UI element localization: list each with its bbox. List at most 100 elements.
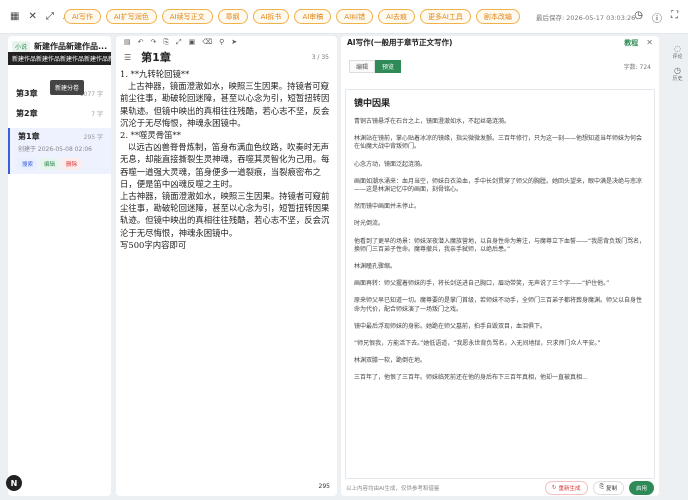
- ai-output-paragraph: 然而镜中画面并未停止。: [354, 203, 421, 211]
- ai-panel-tabs: 编辑 预览 字数: 724: [349, 60, 651, 73]
- chapter-item-selected[interactable]: 第1章 295 字 创建于 2026-05-08 02:06 搜索 编辑 删除: [8, 128, 111, 174]
- ai-output-paragraph: 心念方动，镜面泛起涟漪。: [354, 160, 427, 168]
- ai-output-paragraphs: 青铜古镜悬浮在石台之上，镜面澄澈如水，不起丝毫涟漪。林渊站在镜前，掌心贴着冰凉的…: [354, 118, 646, 383]
- close-icon[interactable]: ✕: [646, 38, 653, 47]
- ai-output-paragraph: 林渊站在镜前，掌心贴着冰凉的镜缘，指尖微微发颤。三百年修行，只为这一刻——他想知…: [354, 135, 643, 151]
- chapter-word-count: 295 字: [83, 134, 103, 141]
- last-saved-text: 最后保存: 2026-05-17 03:03:26: [536, 14, 636, 22]
- editor-counter: 3 / 35: [311, 53, 329, 61]
- chapter-sidebar: 小说 新建作品新建作品... 新建作品新建作品新建作品新建作品新建作品 新建分卷…: [8, 36, 111, 496]
- editor-paragraph: 上古神器，镜面澄澈如水，映照三生因果。持镜者可窥前尘往事，勘破轮回迷障，甚至以心…: [120, 191, 330, 250]
- redo-icon[interactable]: ↷: [151, 38, 157, 46]
- editor-word-count: 295: [318, 483, 330, 490]
- pointer-icon[interactable]: ➤: [231, 38, 237, 46]
- undo-icon[interactable]: ↶: [138, 38, 144, 46]
- editor-paragraph: 1. **九转轮回镜** 上古神器，镜面澄澈如水，映照三生因果。持镜者可窥前尘往…: [120, 69, 330, 128]
- toolbar-icons: ▦ ✕ ⤢ ⌕: [0, 11, 68, 22]
- add-volume-tooltip: 新建分卷: [50, 80, 85, 95]
- ai-tool-button[interactable]: AI扩写润色: [105, 9, 157, 24]
- copy-button[interactable]: ⎘ 复制: [592, 480, 624, 495]
- ai-output-paragraph: 林渊瞳孔骤缩。: [354, 263, 397, 271]
- work-title-tooltip: 新建作品新建作品新建作品新建作品新建作品: [8, 52, 111, 65]
- fullscreen-icon[interactable]: ⛶: [671, 10, 678, 25]
- ai-output-paragraph: 他看到了更早的场景：师妹深夜潜入魔族营地，以自身性命为筹注，与魔尊立下血誓——“…: [354, 237, 646, 253]
- ai-action-buttons: ↻ 重新生成 ⎘ 复制 启用: [544, 480, 654, 495]
- tab-preview[interactable]: 预览: [375, 60, 402, 73]
- ai-output-preview[interactable]: 镜中因果 青铜古镜悬浮在石台之上，镜面澄澈如水，不起丝毫涟漪。林渊站在镜前，掌心…: [345, 89, 655, 479]
- editor-content[interactable]: 1. **九转轮回镜** 上古神器，镜面澄澈如水，映照三生因果。持镜者可窥前尘往…: [116, 66, 337, 251]
- ai-output-paragraph: 三百年了，他恨了三百年。师妹临死前还在他的身后布下三百年真相，他却一直被真相..…: [354, 374, 588, 382]
- ai-tool-button[interactable]: 剧本改编: [475, 9, 520, 24]
- copy-label: 复制: [605, 485, 617, 492]
- close-icon[interactable]: ✕: [28, 11, 36, 22]
- ai-output-paragraph: 镜中最后浮现师妹的身影。她跪在师父墓前，拍手自毁双目，血泪俱下。: [354, 322, 547, 330]
- ai-panel-footer: 以上内容均由AI生成，仅供参考和借鉴 ↻ 重新生成 ⎘ 复制 启用: [341, 479, 659, 496]
- chapter-actions: 搜索 编辑 删除: [18, 158, 103, 170]
- ai-output-paragraph: 画面如潮水涌来：血月当空，师妹白衣染血，手中长剑贯穿了师父的胸膛。她回头望来，眼…: [354, 177, 643, 194]
- refresh-icon: ↻: [551, 484, 557, 491]
- history-rail-item[interactable]: ◷ 历史: [667, 66, 688, 82]
- history-icon: ◷: [674, 66, 681, 75]
- ai-word-count: 字数: 724: [623, 64, 651, 71]
- regenerate-button[interactable]: ↻ 重新生成: [544, 480, 588, 495]
- copy-icon: ⎘: [599, 484, 604, 490]
- ai-disclaimer: 以上内容均由AI生成，仅供参考和借鉴: [346, 485, 440, 492]
- chapter-title: 第2章: [16, 109, 38, 118]
- comment-icon: ◌: [674, 44, 681, 53]
- pin-icon[interactable]: ⚲: [219, 38, 224, 46]
- ai-tool-button[interactable]: AI写作: [64, 9, 101, 24]
- ai-tool-button[interactable]: AI审稿: [294, 9, 332, 24]
- chapter-item[interactable]: 第2章 7 字: [8, 108, 111, 122]
- ai-output-paragraph: 林渊双膝一软，跪倒在地。: [354, 357, 427, 365]
- apply-button[interactable]: 启用: [628, 480, 654, 495]
- chapter-word-count: 7 字: [91, 111, 103, 118]
- ai-output-paragraph: “师兄恨我，方能活下去。”她低语道，“我愿永世背负骂名，入无间地狱，只求师门众人…: [354, 340, 601, 348]
- chapter-title-field[interactable]: 第1章: [141, 49, 171, 65]
- tutorial-link[interactable]: 教程: [624, 38, 638, 48]
- avatar[interactable]: N: [6, 475, 22, 491]
- ai-tool-button[interactable]: 更多AI工具: [420, 9, 471, 24]
- ai-tool-button[interactable]: AI拆书: [252, 9, 290, 24]
- chapter-delete-button[interactable]: 删除: [62, 158, 82, 170]
- clock-icon[interactable]: ◷: [634, 10, 643, 25]
- chapter-created-date: 创建于 2026-05-08 02:06: [18, 146, 92, 153]
- ai-tool-button[interactable]: AI纠错: [336, 9, 374, 24]
- top-toolbar: ▦ ✕ ⤢ ⌕ AI写作AI扩写润色AI续写正文章纲AI拆书AI审稿AI纠错AI…: [0, 0, 688, 34]
- comments-label: 评论: [672, 54, 683, 60]
- ai-tool-buttons: AI写作 AI扩写润色 AI续写正文 章纲 AI拆书 AI审稿 AI纠错 AI去痕 更多AI工具…: [64, 9, 520, 24]
- editor-paragraph: 2. **噬灵骨笛** 以远古凶兽脊骨炼制，笛身布满血色纹路，吹奏时无声无息，却…: [120, 130, 330, 189]
- ai-writing-panel: AI写作(一般用于章节正文写作) 教程 ✕ 编辑 预览 字数: 724 镜中因果…: [341, 36, 659, 496]
- expand-icon[interactable]: ⤢: [176, 38, 182, 47]
- eraser-icon[interactable]: ⌫: [202, 38, 212, 46]
- chapter-edit-button[interactable]: 编辑: [40, 158, 60, 170]
- history-label: 历史: [672, 76, 683, 82]
- regenerate-label: 重新生成: [558, 485, 581, 492]
- ai-tool-button[interactable]: 章纲: [217, 9, 248, 24]
- info-icon[interactable]: ⓘ: [652, 10, 662, 25]
- ai-panel-title: AI写作(一般用于章节正文写作): [347, 38, 453, 47]
- work-title[interactable]: 新建作品新建作品...: [34, 41, 107, 52]
- ai-tool-button[interactable]: AI续写正文: [161, 9, 213, 24]
- ai-output-paragraph: 时光倒流。: [354, 220, 385, 228]
- sidebar-toggle-icon[interactable]: ▤: [124, 38, 131, 46]
- chapter-search-button[interactable]: 搜索: [18, 158, 38, 170]
- ai-output-paragraph: 原来师父早已知道一切。魔尊要的是掌门首级，若师妹不动手，全师门三百弟子都将葬身魔…: [354, 297, 643, 313]
- editor-toolbar: ▤ ↶ ↷ ⎘ ⤢ ▣ ⌫ ⚲ ➤: [116, 36, 337, 48]
- ai-output-paragraph: 青铜古镜悬浮在石台之上，镜面澄澈如水，不起丝毫涟漪。: [354, 118, 511, 125]
- tab-edit[interactable]: 编辑: [349, 60, 376, 73]
- grid-icon[interactable]: ▦: [10, 11, 19, 22]
- work-type-tag: 小说: [12, 40, 30, 52]
- ai-tool-button[interactable]: AI去痕: [378, 9, 416, 24]
- ai-panel-header: AI写作(一般用于章节正文写作) 教程 ✕: [341, 36, 659, 49]
- editor-header: ☰ 第1章 3 / 35: [116, 48, 337, 66]
- chapter-editor: ▤ ↶ ↷ ⎘ ⤢ ▣ ⌫ ⚲ ➤ ☰ 第1章 3 / 35 1. **九转轮回…: [116, 36, 337, 496]
- right-rail: ◌ 评论 ◷ 历史: [667, 34, 688, 500]
- copy-icon[interactable]: ⎘: [163, 38, 169, 47]
- ai-output-heading: 镜中因果: [354, 99, 391, 109]
- top-right-icons: ◷ ⓘ ⛶: [634, 10, 678, 25]
- menu-icon[interactable]: ☰: [124, 53, 131, 62]
- expand-icon[interactable]: ⤢: [46, 11, 54, 22]
- image-icon[interactable]: ▣: [189, 38, 196, 46]
- ai-output-paragraph: 画面再转：师父握着师妹的手，将长剑送进自己胸口，眉动带笑，无声说了三个字——“护…: [354, 280, 610, 288]
- comments-rail-item[interactable]: ◌ 评论: [667, 44, 688, 60]
